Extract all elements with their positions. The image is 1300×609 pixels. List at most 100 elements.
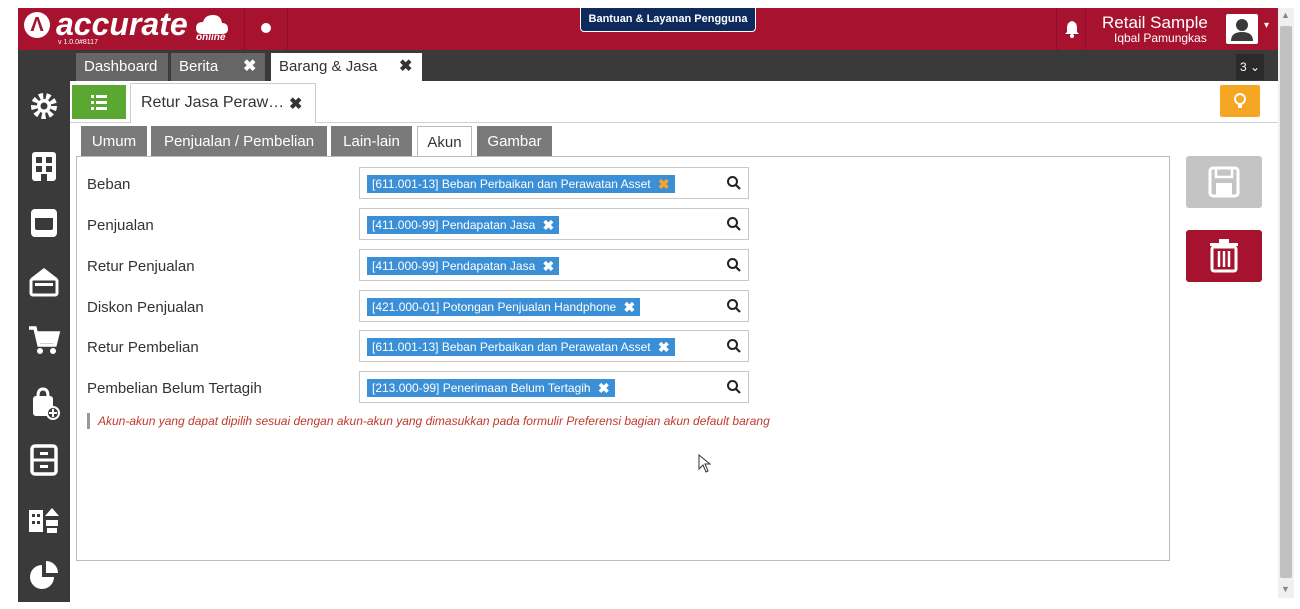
tab-count-dropdown[interactable]: 3 ⌄ (1236, 54, 1264, 80)
close-icon[interactable]: ✖ (243, 53, 256, 81)
subtab-akun[interactable]: Akun (417, 126, 472, 158)
sidebar (18, 50, 70, 602)
account-select-penjualan[interactable]: [411.000-99] Pendapatan Jasa ✖ (359, 208, 749, 240)
account-select-retur-penjualan[interactable]: [411.000-99] Pendapatan Jasa ✖ (359, 249, 749, 281)
avatar[interactable] (1226, 14, 1258, 44)
chip-label: [411.000-99] Pendapatan Jasa (372, 218, 536, 232)
tab-label: Barang & Jasa (279, 58, 378, 75)
cart-icon (29, 326, 61, 354)
account-select-beban[interactable]: [611.001-13] Beban Perbaikan dan Perawat… (359, 167, 749, 199)
field-row-retur-penjualan: Retur Penjualan [411.000-99] Pendapatan … (77, 249, 777, 283)
selected-account-chip: [611.001-13] Beban Perbaikan dan Perawat… (367, 338, 675, 356)
field-row-penjualan: Penjualan [411.000-99] Pendapatan Jasa ✖ (77, 208, 777, 242)
user-name[interactable]: Iqbal Pamungkas (1114, 31, 1207, 45)
save-button[interactable] (1186, 156, 1262, 208)
sidebar-item-company[interactable] (18, 144, 70, 188)
search-icon[interactable] (726, 379, 742, 395)
close-icon[interactable]: ✖ (289, 94, 302, 114)
company-name[interactable]: Retail Sample (1102, 13, 1208, 33)
field-label: Pembelian Belum Tertagih (87, 380, 262, 397)
sidebar-item-reports[interactable] (18, 553, 70, 597)
field-label: Beban (87, 176, 131, 193)
chip-label: [421.000-01] Potongan Penjualan Handphon… (372, 300, 617, 314)
sidebar-item-cash-bank[interactable] (18, 259, 70, 303)
sidebar-item-purchase[interactable] (18, 381, 70, 425)
building-icon (32, 152, 56, 181)
close-icon[interactable]: ✖ (399, 53, 412, 81)
tab-dashboard[interactable]: Dashboard (76, 53, 168, 81)
mouse-cursor-icon (698, 454, 712, 473)
search-icon[interactable] (726, 175, 742, 191)
subtab-lain-lain[interactable]: Lain-lain (331, 126, 412, 157)
subtab-gambar[interactable]: Gambar (477, 126, 552, 157)
tab-berita[interactable]: Berita ✖ (171, 53, 265, 81)
version-label: v 1.0.0#8117 (58, 39, 98, 46)
chip-label: [411.000-99] Pendapatan Jasa (372, 259, 536, 273)
app-window: Λ accurate online v 1.0.0#8117 Bantuan &… (0, 0, 1300, 609)
account-select-pembelian-belum-tertagih[interactable]: [213.000-99] Penerimaan Belum Tertagih ✖ (359, 371, 749, 403)
field-row-retur-pembelian: Retur Pembelian [611.001-13] Beban Perba… (77, 330, 777, 364)
logo-text: accurate (56, 6, 188, 42)
lightbulb-icon (1234, 93, 1246, 108)
status-dot-icon[interactable] (261, 23, 271, 33)
notification-button[interactable] (1056, 8, 1086, 50)
tip-button[interactable] (1220, 85, 1260, 117)
field-row-diskon-penjualan: Diskon Penjualan [421.000-01] Potongan P… (77, 290, 777, 324)
scrollbar-thumb[interactable] (1280, 26, 1292, 578)
form-tab-row: Retur Jasa Peraw… ✖ (70, 81, 1278, 123)
chip-label: [213.000-99] Penerimaan Belum Tertagih (372, 381, 591, 395)
account-form-panel: Beban [611.001-13] Beban Perbaikan dan P… (76, 156, 1170, 561)
scroll-up-icon[interactable]: ▲ (1281, 10, 1290, 20)
buildings-icon (29, 508, 59, 533)
selected-account-chip: [411.000-99] Pendapatan Jasa ✖ (367, 216, 560, 234)
search-icon[interactable] (726, 338, 742, 354)
chip-label: [611.001-13] Beban Perbaikan dan Perawat… (372, 177, 651, 191)
cabinet-icon (30, 444, 58, 476)
remove-icon[interactable]: ✖ (623, 298, 635, 316)
sidebar-item-settings[interactable] (18, 84, 70, 128)
remove-icon[interactable]: ✖ (658, 338, 670, 356)
search-icon[interactable] (726, 216, 742, 232)
account-select-retur-pembelian[interactable]: [611.001-13] Beban Perbaikan dan Perawat… (359, 330, 749, 362)
bell-icon (1065, 21, 1079, 38)
vertical-scrollbar[interactable]: ▲ ▼ (1278, 8, 1294, 598)
sidebar-item-sales[interactable] (18, 318, 70, 362)
field-label: Retur Penjualan (87, 258, 195, 275)
wallet-icon (29, 268, 59, 297)
delete-button[interactable] (1186, 230, 1262, 282)
field-label: Retur Pembelian (87, 339, 199, 356)
logo-mark-icon: Λ (24, 12, 50, 38)
sidebar-item-inventory[interactable] (18, 438, 70, 482)
field-label: Diskon Penjualan (87, 299, 204, 316)
subtab-penjualan-pembelian[interactable]: Penjualan / Pembelian (151, 126, 327, 157)
sidebar-item-ledger[interactable] (18, 201, 70, 245)
chevron-down-icon: ⌄ (1246, 60, 1261, 74)
ledger-icon (31, 209, 57, 237)
top-bar: Λ accurate online v 1.0.0#8117 Bantuan &… (18, 6, 1278, 50)
selected-account-chip: [421.000-01] Potongan Penjualan Handphon… (367, 298, 641, 316)
selected-account-chip: [411.000-99] Pendapatan Jasa ✖ (367, 257, 560, 275)
scroll-down-icon[interactable]: ▼ (1281, 584, 1290, 594)
field-label: Penjualan (87, 217, 154, 234)
help-button[interactable]: Bantuan & Layanan Pengguna (580, 8, 756, 32)
trash-icon (1210, 239, 1238, 273)
info-note: Akun-akun yang dapat dipilih sesuai deng… (87, 413, 770, 429)
selected-account-chip: [213.000-99] Penerimaan Belum Tertagih ✖ (367, 379, 615, 397)
tab-barang-jasa[interactable]: Barang & Jasa ✖ (271, 53, 422, 81)
search-icon[interactable] (726, 257, 742, 273)
chevron-down-icon[interactable]: ▾ (1264, 20, 1269, 31)
remove-icon[interactable]: ✖ (543, 257, 555, 275)
main-tab-bar: Dashboard Berita ✖ Barang & Jasa ✖ 3 ⌄ (70, 50, 1278, 81)
account-select-diskon-penjualan[interactable]: [421.000-01] Potongan Penjualan Handphon… (359, 290, 749, 322)
form-tab[interactable]: Retur Jasa Peraw… ✖ (130, 83, 316, 123)
tab-label: Dashboard (84, 58, 158, 75)
subtab-umum[interactable]: Umum (81, 126, 147, 157)
list-view-button[interactable] (72, 85, 126, 119)
sidebar-item-assets[interactable] (18, 497, 70, 541)
save-icon (1208, 166, 1240, 198)
remove-icon[interactable]: ✖ (658, 175, 670, 193)
search-icon[interactable] (726, 298, 742, 314)
remove-icon[interactable]: ✖ (598, 379, 610, 397)
logo-subtext: online (196, 32, 226, 43)
remove-icon[interactable]: ✖ (543, 216, 555, 234)
